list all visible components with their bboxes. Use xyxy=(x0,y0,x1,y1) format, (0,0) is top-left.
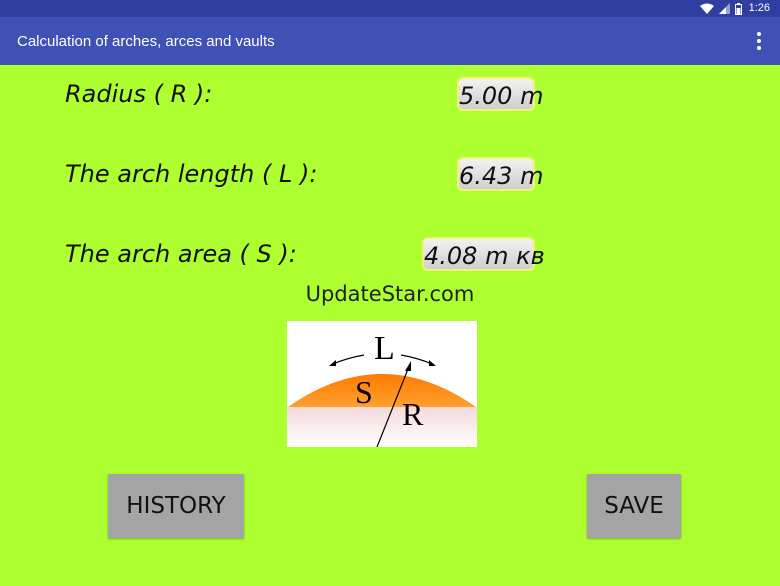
wifi-icon xyxy=(699,3,714,14)
radius-value[interactable]: 5.00 m xyxy=(457,77,543,111)
overflow-menu-icon[interactable] xyxy=(752,31,766,51)
length-arrow-right xyxy=(400,354,433,365)
length-arrow-left xyxy=(332,354,365,365)
history-button[interactable]: HISTORY xyxy=(108,474,244,538)
save-button[interactable]: SAVE xyxy=(587,474,681,538)
radius-label: Radius ( R ): xyxy=(65,80,213,108)
radius-arrow-head xyxy=(405,361,411,371)
arch-area-value[interactable]: 4.08 m кв xyxy=(422,237,545,271)
label-r: R xyxy=(402,396,424,432)
length-arrow-right-head xyxy=(429,360,436,366)
arch-area-label: The arch area ( S ): xyxy=(65,240,297,268)
status-icons: 1:26 xyxy=(699,2,770,15)
arch-base-shadow xyxy=(287,407,477,447)
arch-diagram-svg: L S R xyxy=(287,330,477,448)
label-s: S xyxy=(355,374,373,410)
arch-diagram: L S R xyxy=(287,321,477,448)
label-l: L xyxy=(374,330,395,367)
length-arrow-left-head xyxy=(329,360,336,366)
status-time: 1:26 xyxy=(748,2,770,14)
arch-length-value[interactable]: 6.43 m xyxy=(457,157,543,191)
app-title: Calculation of arches, arces and vaults xyxy=(17,33,275,50)
status-bar: 1:26 xyxy=(0,0,780,17)
battery-icon xyxy=(734,2,742,15)
arch-length-label: The arch length ( L ): xyxy=(65,160,318,188)
watermark-text: UpdateStar.com xyxy=(305,282,475,306)
arch-segment xyxy=(288,374,476,407)
app-bar: Calculation of arches, arces and vaults xyxy=(0,17,780,65)
cellular-signal-icon xyxy=(718,3,730,14)
